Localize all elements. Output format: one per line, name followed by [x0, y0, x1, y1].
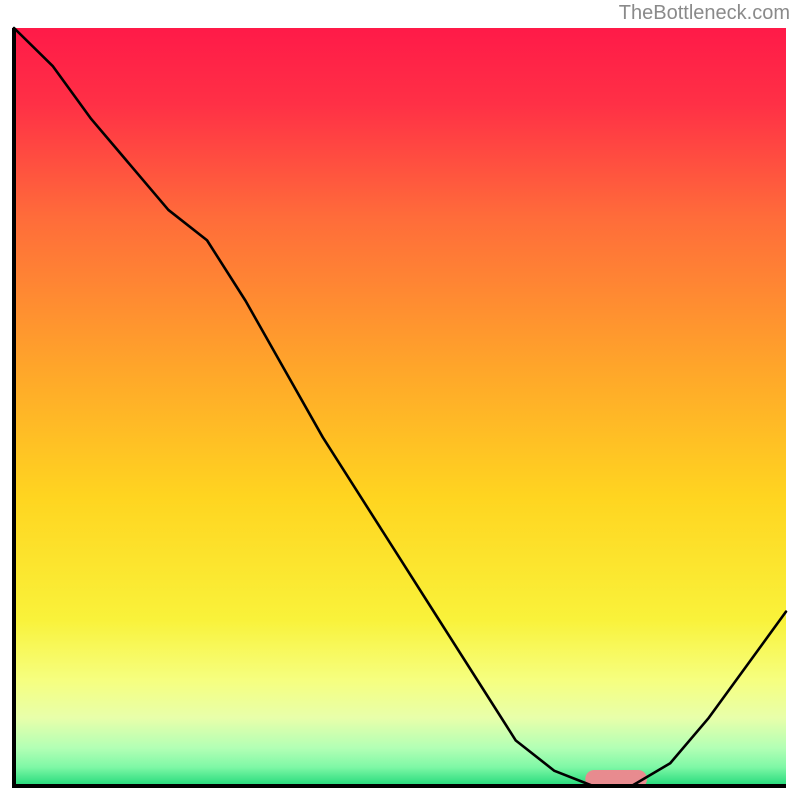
watermark-text: TheBottleneck.com	[619, 2, 790, 25]
chart-container: TheBottleneck.com	[0, 0, 800, 800]
chart-background	[14, 28, 786, 786]
bottleneck-chart	[0, 0, 800, 800]
